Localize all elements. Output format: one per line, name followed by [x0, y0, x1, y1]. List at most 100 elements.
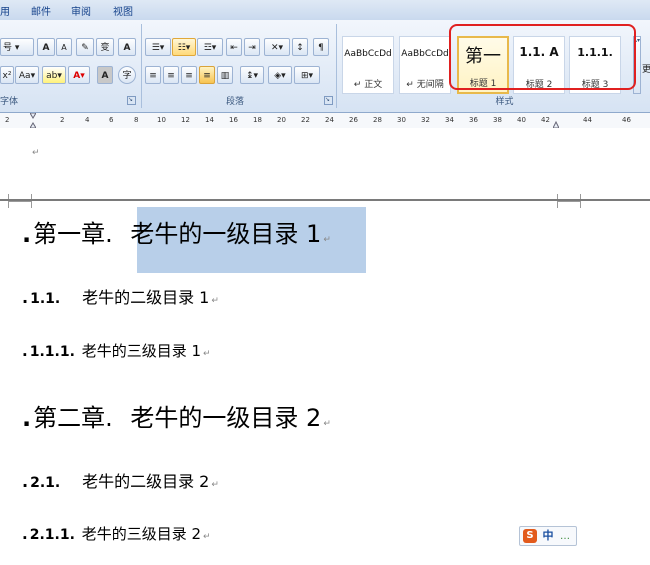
align-right-icon[interactable]: ≡: [181, 66, 197, 84]
heading-number: 第二章.: [33, 404, 113, 432]
tab-view[interactable]: 视图: [113, 3, 133, 18]
ruler-tick: 40: [517, 116, 526, 124]
group-divider: [141, 24, 142, 108]
sort-icon[interactable]: ↕: [292, 38, 308, 56]
ruler-tick: 26: [349, 116, 358, 124]
tab-partial[interactable]: 用: [0, 3, 10, 18]
styles-group-label: 样式: [495, 97, 514, 107]
chinese-layout-icon[interactable]: ✕▾: [264, 38, 290, 56]
font-dialog-launcher-icon[interactable]: ↘: [127, 96, 136, 105]
tab-mailings[interactable]: 邮件: [31, 3, 51, 18]
margin-corner-mark: [557, 201, 581, 208]
heading-text: 老牛的二级目录 2: [82, 472, 210, 491]
heading-1[interactable]: .第一章. 老牛的一级目录 1 ↵: [22, 214, 331, 249]
ruler-tick: 14: [205, 116, 214, 124]
ruler-tick: 24: [325, 116, 334, 124]
ruler-tick: 34: [445, 116, 454, 124]
heading-text: 老牛的三级目录 2: [81, 525, 202, 543]
align-center-icon[interactable]: ≡: [163, 66, 179, 84]
enclose-char-button[interactable]: 字: [118, 66, 136, 84]
ime-mode-toggle[interactable]: 中: [543, 529, 554, 542]
shading-icon[interactable]: ◈▾: [268, 66, 292, 84]
group-divider: [336, 24, 337, 108]
ruler-tick: 16: [229, 116, 238, 124]
heading-3[interactable]: . 2.1.1. 老牛的三级目录 2 ↵: [22, 523, 211, 544]
heading-number: 2.1.1.: [29, 527, 75, 543]
ruler-tick: 6: [109, 116, 114, 124]
ruler-tick: 46: [622, 116, 631, 124]
style-name: ↵ 正文: [353, 80, 383, 90]
horizontal-ruler[interactable]: 2 2 4 6 8 10 12 14 16 18 20 22 24 26 28 …: [0, 112, 650, 129]
superscript-icon[interactable]: x²: [0, 66, 14, 84]
heading-text: 老牛的三级目录 1: [81, 342, 202, 360]
ruler-tick: 38: [493, 116, 502, 124]
heading-2[interactable]: . 1.1. 老牛的二级目录 1 ↵: [22, 284, 219, 308]
line-spacing-icon[interactable]: ↨▾: [240, 66, 264, 84]
heading-text: 老牛的二级目录 1: [82, 288, 210, 307]
ruler-tick: 32: [421, 116, 430, 124]
font-group-label: 字体: [0, 97, 19, 107]
distributed-icon[interactable]: ▥: [217, 66, 233, 84]
heading-number: 2.1.: [30, 475, 61, 491]
ime-punct-toggle[interactable]: …: [560, 531, 570, 542]
heading-text: 老牛的一级目录 1: [130, 220, 322, 248]
heading-number: 第一章.: [33, 220, 113, 248]
heading-1[interactable]: .第二章. 老牛的一级目录 2 ↵: [22, 398, 331, 433]
ime-logo-icon[interactable]: S: [523, 529, 537, 543]
tab-review[interactable]: 审阅: [71, 3, 91, 18]
shrink-font-button[interactable]: A: [56, 38, 72, 56]
ruler-tick: 28: [373, 116, 382, 124]
paragraph-dialog-launcher-icon[interactable]: ↘: [324, 96, 333, 105]
numbering-icon[interactable]: ☷▾: [172, 38, 196, 56]
bullets-icon[interactable]: ☰▾: [145, 38, 171, 56]
phonetic-guide-button[interactable]: 变: [96, 38, 114, 56]
heading-number: 1.1.1.: [29, 344, 75, 360]
increase-indent-icon[interactable]: ⇥: [244, 38, 260, 56]
margin-corner-mark: [8, 201, 32, 208]
clear-format-icon[interactable]: ✎: [76, 38, 94, 56]
show-marks-icon[interactable]: ¶: [313, 38, 329, 56]
char-border-button[interactable]: A: [118, 38, 136, 56]
style-name: ↵ 无间隔: [406, 80, 444, 90]
annotation-highlight-ring: [449, 24, 636, 90]
ruler-tick: 36: [469, 116, 478, 124]
ruler-tick: 2: [5, 116, 10, 124]
indent-marker-icon[interactable]: [29, 112, 37, 129]
justify-icon[interactable]: ≡: [199, 66, 215, 84]
page-break-line: [0, 199, 650, 201]
grow-font-button[interactable]: A: [37, 38, 55, 56]
style-no-spacing[interactable]: AaBbCcDd ↵ 无间隔: [399, 36, 451, 94]
ruler-tick: 30: [397, 116, 406, 124]
ruler-tick: 18: [253, 116, 262, 124]
char-shading-button[interactable]: A: [97, 66, 113, 84]
heading-text: 老牛的一级目录 2: [130, 404, 322, 432]
ruler-tick: 42: [541, 116, 550, 124]
ruler-tick: 8: [134, 116, 139, 124]
ruler-tick: 10: [157, 116, 166, 124]
ruler-tick: 22: [301, 116, 310, 124]
ruler-tick: 4: [85, 116, 90, 124]
document-page-previous[interactable]: ↵: [0, 128, 650, 201]
paragraph-mark: ↵: [32, 148, 40, 158]
highlight-button[interactable]: ab▾: [42, 66, 66, 84]
font-size-select[interactable]: 号 ▾: [0, 38, 34, 56]
ruler-tick: 2: [60, 116, 65, 124]
style-normal[interactable]: AaBbCcDd ↵ 正文: [342, 36, 394, 94]
heading-2[interactable]: . 2.1. 老牛的二级目录 2 ↵: [22, 468, 219, 492]
change-styles-button[interactable]: 更: [642, 62, 650, 75]
right-indent-marker-icon[interactable]: [552, 113, 560, 129]
align-left-icon[interactable]: ≡: [145, 66, 161, 84]
ime-toolbar[interactable]: S 中 …: [519, 526, 577, 546]
ribbon-tabs: 用 邮件 审阅 视图: [0, 0, 650, 21]
change-case-button[interactable]: Aa▾: [15, 66, 39, 84]
decrease-indent-icon[interactable]: ⇤: [226, 38, 242, 56]
multilevel-list-icon[interactable]: ☲▾: [197, 38, 223, 56]
borders-icon[interactable]: ⊞▾: [294, 66, 320, 84]
ruler-tick: 44: [583, 116, 592, 124]
heading-number: 1.1.: [30, 291, 61, 307]
heading-3[interactable]: . 1.1.1. 老牛的三级目录 1 ↵: [22, 340, 211, 361]
ruler-tick: 12: [181, 116, 190, 124]
font-color-button[interactable]: A▾: [68, 66, 90, 84]
paragraph-group-label: 段落: [225, 97, 244, 107]
ruler-tick: 20: [277, 116, 286, 124]
